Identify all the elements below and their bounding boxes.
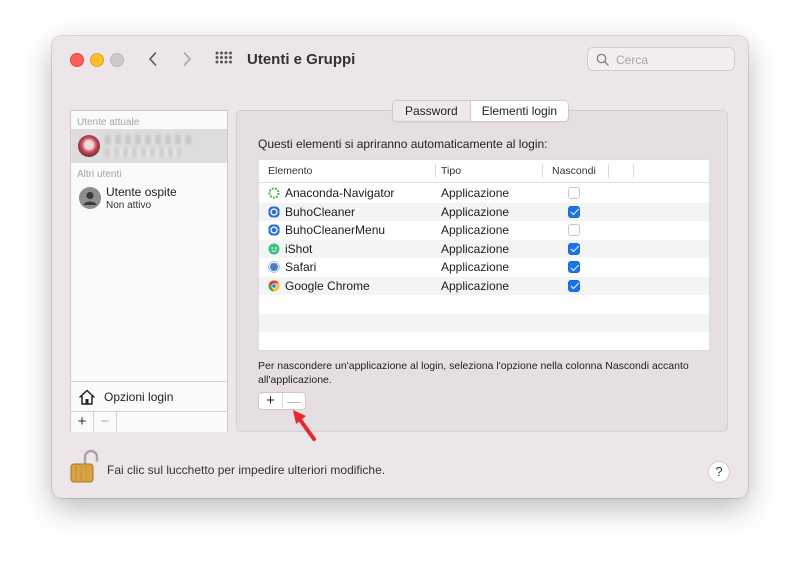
other-users-section-label: Altri utenti xyxy=(77,169,122,180)
row-app-name: iShot xyxy=(285,241,313,256)
current-user-row[interactable] xyxy=(71,129,227,163)
tab-switcher: Password Elementi login xyxy=(392,100,570,122)
login-items-table: Elemento Tipo Nascondi Anaconda-Navigato… xyxy=(258,159,710,351)
house-icon xyxy=(79,389,95,405)
window-title: Utenti e Gruppi xyxy=(247,51,356,68)
login-items-intro: Questi elementi si apriranno automaticam… xyxy=(258,137,548,151)
remove-user-button[interactable]: − xyxy=(94,412,117,432)
hide-checkbox[interactable] xyxy=(568,205,580,218)
row-app-type: Applicazione xyxy=(441,260,510,274)
empty-row xyxy=(259,332,709,351)
ishot-icon xyxy=(268,243,280,254)
empty-row xyxy=(259,295,709,314)
row-app-name: Anaconda-Navigator xyxy=(285,186,395,200)
buhocleanermenu-icon xyxy=(268,224,280,236)
tab-login-items[interactable]: Elementi login xyxy=(470,101,569,121)
guest-user-name[interactable]: Utente ospite xyxy=(106,185,177,199)
table-header: Elemento Tipo Nascondi xyxy=(259,160,709,183)
row-app-type: Applicazione xyxy=(441,223,510,237)
hide-checkbox[interactable] xyxy=(568,279,580,292)
row-app-name: BuhoCleanerMenu xyxy=(285,223,386,237)
current-user-section-label: Utente attuale xyxy=(77,117,140,128)
hide-hint-text: Per nascondere un'applicazione al login,… xyxy=(258,360,689,386)
table-row[interactable]: Google Chrome Applicazione xyxy=(259,276,709,295)
search-icon xyxy=(596,53,609,66)
safari-icon xyxy=(268,261,280,273)
hide-checkbox[interactable] xyxy=(568,242,580,255)
login-options-item[interactable]: Opzioni login xyxy=(71,381,227,412)
lock-hint-text: Fai clic sul lucchetto per impedire ulte… xyxy=(107,463,386,477)
row-app-name: Google Chrome xyxy=(285,278,370,293)
unlocked-padlock-icon[interactable] xyxy=(70,449,100,483)
tab-password[interactable]: Password xyxy=(393,101,471,121)
row-app-type: Applicazione xyxy=(441,186,510,200)
minimize-window-button[interactable] xyxy=(90,53,104,67)
hide-checkbox[interactable] xyxy=(568,224,580,236)
show-all-grid-icon[interactable] xyxy=(214,50,232,68)
table-row[interactable]: Safari Applicazione xyxy=(259,258,709,277)
preferences-window: Utenti e Gruppi Utente attuale Altri ute… xyxy=(52,36,748,498)
red-annotation-arrow-icon xyxy=(293,410,316,441)
guest-user-status: Non attivo xyxy=(106,200,152,211)
back-chevron-icon[interactable] xyxy=(142,48,164,70)
row-app-type: Applicazione xyxy=(441,278,510,293)
current-user-avatar xyxy=(78,135,100,157)
column-header-type[interactable]: Tipo xyxy=(441,160,461,182)
row-app-type: Applicazione xyxy=(441,204,510,219)
login-options-label: Opzioni login xyxy=(104,390,174,404)
row-app-name: Safari xyxy=(285,260,317,274)
table-row[interactable]: iShot Applicazione xyxy=(259,239,709,258)
redacted-user-role xyxy=(105,148,181,157)
hide-checkbox[interactable] xyxy=(568,261,580,273)
empty-row xyxy=(259,313,709,332)
search-input[interactable] xyxy=(614,51,733,69)
table-row[interactable]: Anaconda-Navigator Applicazione xyxy=(259,184,709,203)
column-header-hide[interactable]: Nascondi xyxy=(552,160,596,182)
row-app-name: BuhoCleaner xyxy=(285,204,356,219)
title-bar: Utenti e Gruppi xyxy=(52,36,748,82)
row-app-type: Applicazione xyxy=(441,241,510,256)
forward-chevron-icon[interactable] xyxy=(176,48,198,70)
hide-checkbox[interactable] xyxy=(568,187,580,199)
column-header-item[interactable]: Elemento xyxy=(268,160,312,182)
login-items-panel: Questi elementi si apriranno automaticam… xyxy=(236,110,728,432)
sidebar-button-bar: + − xyxy=(71,411,227,432)
buhocleaner-icon xyxy=(268,206,280,217)
add-login-item-button[interactable]: + xyxy=(259,393,283,409)
table-row[interactable]: BuhoCleanerMenu Applicazione xyxy=(259,221,709,240)
zoom-window-button[interactable] xyxy=(110,53,124,67)
anaconda-icon xyxy=(268,187,280,199)
add-user-button[interactable]: + xyxy=(71,412,94,432)
close-window-button[interactable] xyxy=(70,53,84,67)
guest-user-avatar-icon[interactable] xyxy=(79,187,101,209)
chrome-icon xyxy=(268,280,280,291)
users-sidebar: Utente attuale Altri utenti Utente ospit… xyxy=(70,110,228,432)
table-row[interactable]: BuhoCleaner Applicazione xyxy=(259,202,709,221)
redacted-user-name xyxy=(105,135,191,144)
help-button[interactable]: ? xyxy=(708,461,730,483)
search-field[interactable] xyxy=(587,47,735,71)
